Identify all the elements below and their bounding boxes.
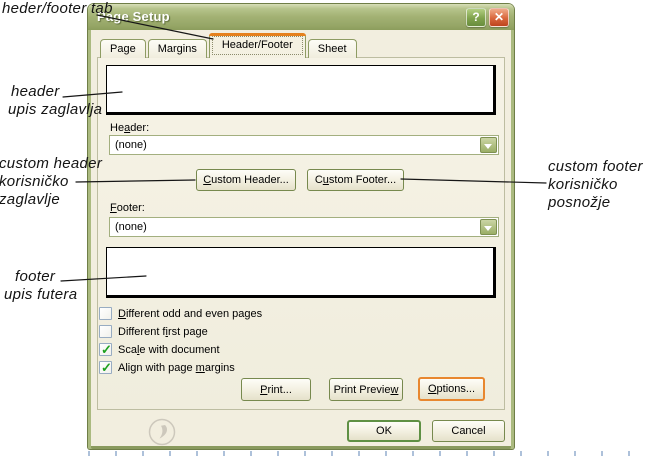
header-preview-box	[106, 65, 496, 115]
print-preview-button[interactable]: Print Preview	[329, 378, 403, 401]
close-button[interactable]: ✕	[489, 8, 509, 27]
cancel-button[interactable]: Cancel	[432, 420, 505, 442]
annotation-footer-note: footer upis futera	[15, 268, 77, 304]
print-button[interactable]: Print...	[241, 378, 311, 401]
tab-page[interactable]: Page	[100, 39, 146, 58]
custom-header-button[interactable]: Custom Header...	[196, 169, 296, 191]
checkbox-label-different-first-page[interactable]: Different first page	[118, 326, 208, 338]
checkbox-label-different-odd-even[interactable]: Different odd and even pages	[118, 308, 262, 320]
page-setup-dialog: Page Setup ? ✕ Page Margins Header/Foote…	[88, 4, 514, 449]
annotation-tab-note: heder/footer tab	[2, 0, 113, 18]
watermark-logo-icon	[148, 418, 176, 446]
tab-strip: Page Margins Header/Footer Sheet	[100, 33, 357, 58]
annotation-header-note-line1: header	[11, 83, 102, 101]
screenshot-canvas: heder/footer tab header upis zaglavlja c…	[0, 0, 651, 463]
help-button[interactable]: ?	[466, 8, 486, 27]
custom-footer-button[interactable]: Custom Footer...	[307, 169, 404, 191]
annotation-custom-header-note: custom header korisničko zaglavlje	[0, 155, 102, 209]
tab-header-footer[interactable]: Header/Footer	[209, 33, 306, 58]
header-label: Header:	[110, 122, 149, 134]
footer-dropdown[interactable]: (none)	[109, 217, 499, 237]
footer-preview-box	[106, 247, 496, 298]
checkbox-different-first-page[interactable]	[99, 325, 112, 338]
header-dropdown-arrow-icon[interactable]	[480, 137, 497, 153]
checkbox-row-different-odd-even: Different odd and even pages	[99, 306, 262, 321]
checkbox-label-scale-with-document[interactable]: Scale with document	[118, 344, 220, 356]
ok-button[interactable]: OK	[347, 420, 421, 442]
annotation-custom-header-line3: zaglavlje	[0, 191, 102, 209]
annotation-header-note: header upis zaglavlja	[11, 83, 102, 119]
checkbox-scale-with-document[interactable]	[99, 343, 112, 356]
annotation-header-note-line2: upis zaglavlja	[8, 101, 102, 119]
header-footer-tab-panel: Header: (none) Custom Header... Custom F…	[97, 57, 505, 410]
options-button[interactable]: Options...	[418, 377, 485, 401]
checkbox-align-with-page-margins[interactable]	[99, 361, 112, 374]
header-dropdown[interactable]: (none)	[109, 135, 499, 155]
annotation-custom-header-line2: korisničko	[0, 173, 102, 191]
tab-sheet[interactable]: Sheet	[308, 39, 357, 58]
annotation-custom-footer-note: custom footer korisničko posnožje	[548, 158, 643, 212]
annotation-custom-header-line1: custom header	[0, 155, 102, 173]
checkbox-row-scale-with-document: Scale with document	[99, 342, 220, 357]
background-gridline-artifacts	[88, 451, 646, 456]
annotation-custom-footer-line1: custom footer	[548, 158, 643, 176]
tab-margins[interactable]: Margins	[148, 39, 207, 58]
header-dropdown-value: (none)	[115, 139, 147, 151]
footer-label: Footer:	[110, 202, 145, 214]
checkbox-different-odd-even[interactable]	[99, 307, 112, 320]
annotation-footer-note-line1: footer	[15, 268, 77, 286]
help-icon: ?	[472, 10, 479, 24]
close-icon: ✕	[494, 10, 504, 24]
checkbox-row-align-with-page-margins: Align with page margins	[99, 360, 235, 375]
checkbox-label-align-with-page-margins[interactable]: Align with page margins	[118, 362, 235, 374]
annotation-custom-footer-line2: korisničko	[548, 176, 643, 194]
dialog-titlebar[interactable]: Page Setup ? ✕	[88, 4, 514, 30]
footer-dropdown-arrow-icon[interactable]	[480, 219, 497, 235]
annotation-custom-footer-line3: posnožje	[548, 194, 643, 212]
footer-dropdown-value: (none)	[115, 221, 147, 233]
annotation-footer-note-line2: upis futera	[4, 286, 77, 304]
checkbox-row-different-first-page: Different first page	[99, 324, 208, 339]
